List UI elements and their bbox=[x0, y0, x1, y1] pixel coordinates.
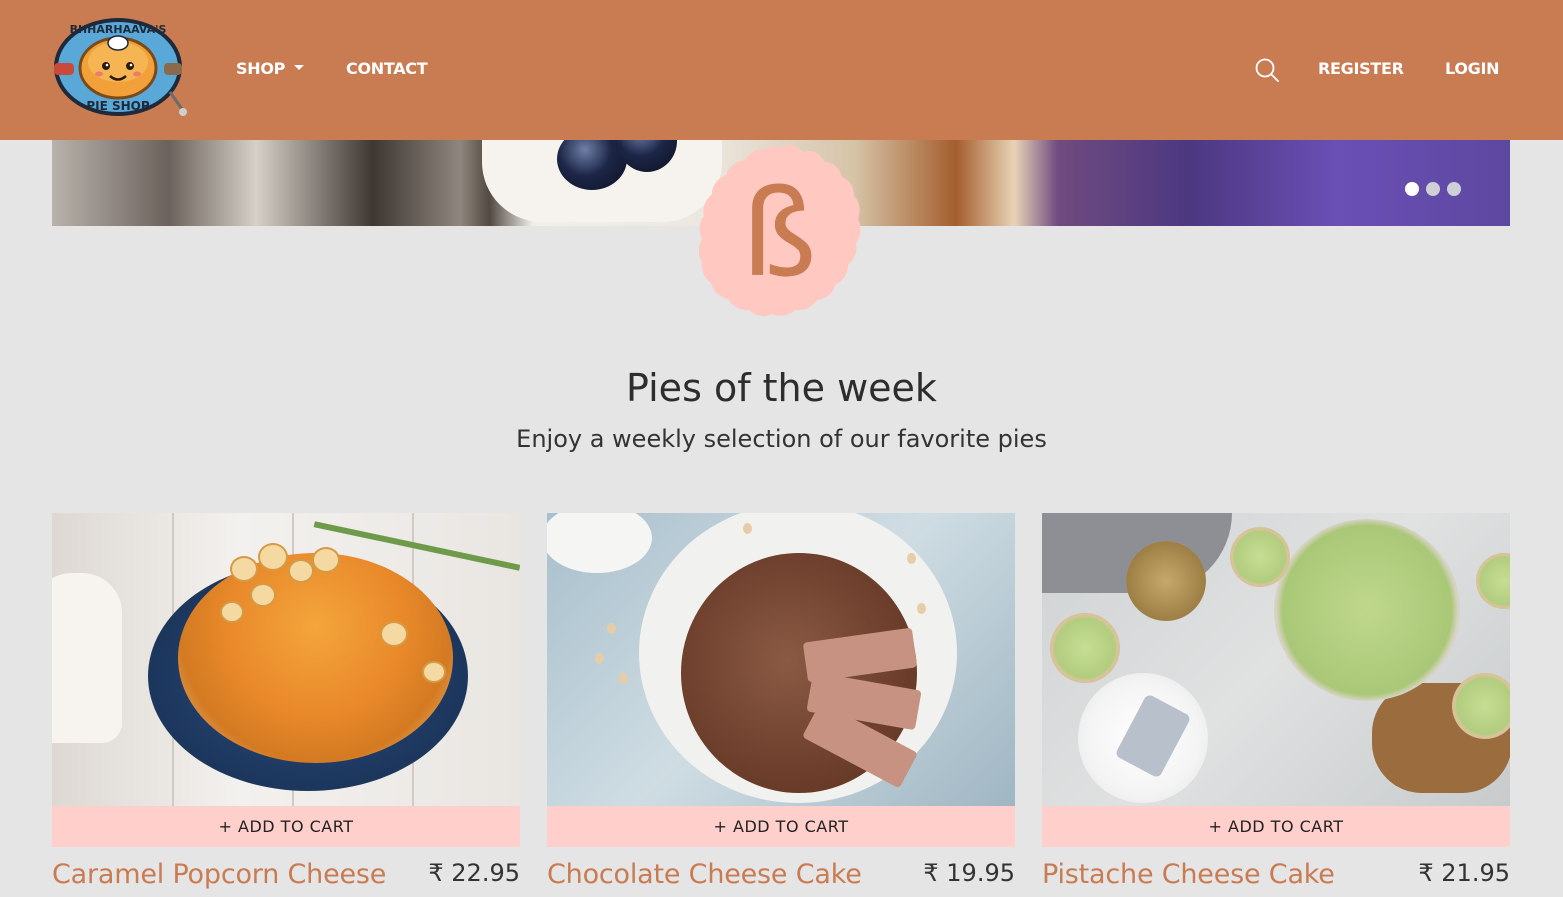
navbar: BHHARHAAVA'S PIE SHOP SHOP CONTACT REGIS… bbox=[0, 0, 1563, 140]
hazelnut-decoration bbox=[743, 523, 752, 534]
pistachio-bowl-decoration bbox=[1126, 541, 1206, 621]
hazelnut-bowl-decoration bbox=[547, 513, 652, 573]
popcorn-decoration bbox=[232, 558, 256, 580]
search-button[interactable] bbox=[1254, 57, 1280, 83]
popcorn-decoration bbox=[222, 603, 242, 621]
search-icon bbox=[1255, 58, 1279, 82]
carousel-dot-1[interactable] bbox=[1405, 182, 1419, 196]
popcorn-decoration bbox=[424, 663, 444, 681]
section-subtitle: Enjoy a weekly selection of our favorite… bbox=[516, 425, 1047, 453]
product-card: + ADD TO CART Chocolate Cheese Cake ₹ 19… bbox=[547, 513, 1015, 890]
product-image-pistache-cheese-cake[interactable] bbox=[1042, 513, 1510, 806]
caret-down-icon bbox=[294, 64, 305, 70]
add-to-cart-button[interactable]: + ADD TO CART bbox=[52, 806, 520, 847]
product-card: + ADD TO CART Caramel Popcorn Cheese ₹ 2… bbox=[52, 513, 520, 890]
svg-text:ß: ß bbox=[741, 165, 817, 304]
product-name[interactable]: Caramel Popcorn Cheese bbox=[52, 859, 386, 890]
hazelnut-decoration bbox=[607, 623, 616, 634]
product-price: ₹ 22.95 bbox=[428, 859, 520, 887]
nav-shop-label: SHOP bbox=[236, 59, 286, 78]
popcorn-decoration bbox=[260, 545, 286, 569]
mini-tart-decoration bbox=[1476, 553, 1510, 609]
hazelnut-decoration bbox=[595, 653, 604, 664]
product-name[interactable]: Chocolate Cheese Cake bbox=[547, 859, 862, 890]
mini-tart-decoration bbox=[1452, 673, 1510, 739]
product-name[interactable]: Pistache Cheese Cake bbox=[1042, 859, 1335, 890]
mini-tart-decoration bbox=[1050, 613, 1120, 683]
mini-tart-decoration bbox=[1230, 527, 1290, 587]
hazelnut-decoration bbox=[907, 553, 916, 564]
popcorn-decoration bbox=[314, 549, 338, 571]
brand-badge: ß bbox=[698, 140, 862, 320]
popcorn-decoration bbox=[290, 561, 312, 581]
product-price: ₹ 21.95 bbox=[1418, 859, 1510, 887]
brand-logo[interactable]: BHHARHAAVA'S PIE SHOP bbox=[52, 16, 188, 118]
product-image-caramel-popcorn[interactable] bbox=[52, 513, 520, 806]
hazelnut-decoration bbox=[619, 673, 628, 684]
caramel-cake-decoration bbox=[178, 553, 453, 763]
carousel-dot-3[interactable] bbox=[1447, 182, 1461, 196]
product-image-chocolate-cheese-cake[interactable] bbox=[547, 513, 1015, 806]
pie-mascot-logo: BHHARHAAVA'S PIE SHOP bbox=[54, 18, 187, 116]
carousel-dot-2[interactable] bbox=[1426, 182, 1440, 196]
pistachio-pie-decoration bbox=[1274, 519, 1460, 701]
nav-register-link[interactable]: REGISTER bbox=[1318, 58, 1404, 80]
popcorn-decoration bbox=[382, 623, 406, 645]
svg-text:PIE SHOP: PIE SHOP bbox=[86, 99, 150, 113]
nav-shop-dropdown[interactable]: SHOP bbox=[236, 58, 305, 80]
caramel-jug-decoration bbox=[52, 573, 122, 743]
popcorn-decoration bbox=[252, 585, 274, 605]
nav-contact-link[interactable]: CONTACT bbox=[346, 58, 428, 80]
svg-text:BHHARHAAVA'S: BHHARHAAVA'S bbox=[70, 23, 167, 36]
scalloped-badge-icon: ß bbox=[698, 145, 861, 317]
product-price: ₹ 19.95 bbox=[923, 859, 1015, 887]
nav-login-link[interactable]: LOGIN bbox=[1445, 58, 1500, 80]
product-card: + ADD TO CART Pistache Cheese Cake ₹ 21.… bbox=[1042, 513, 1510, 890]
add-to-cart-button[interactable]: + ADD TO CART bbox=[1042, 806, 1510, 847]
hazelnut-decoration bbox=[917, 603, 926, 614]
add-to-cart-button[interactable]: + ADD TO CART bbox=[547, 806, 1015, 847]
carousel-indicators bbox=[1405, 182, 1461, 196]
section-title: Pies of the week bbox=[626, 366, 937, 410]
